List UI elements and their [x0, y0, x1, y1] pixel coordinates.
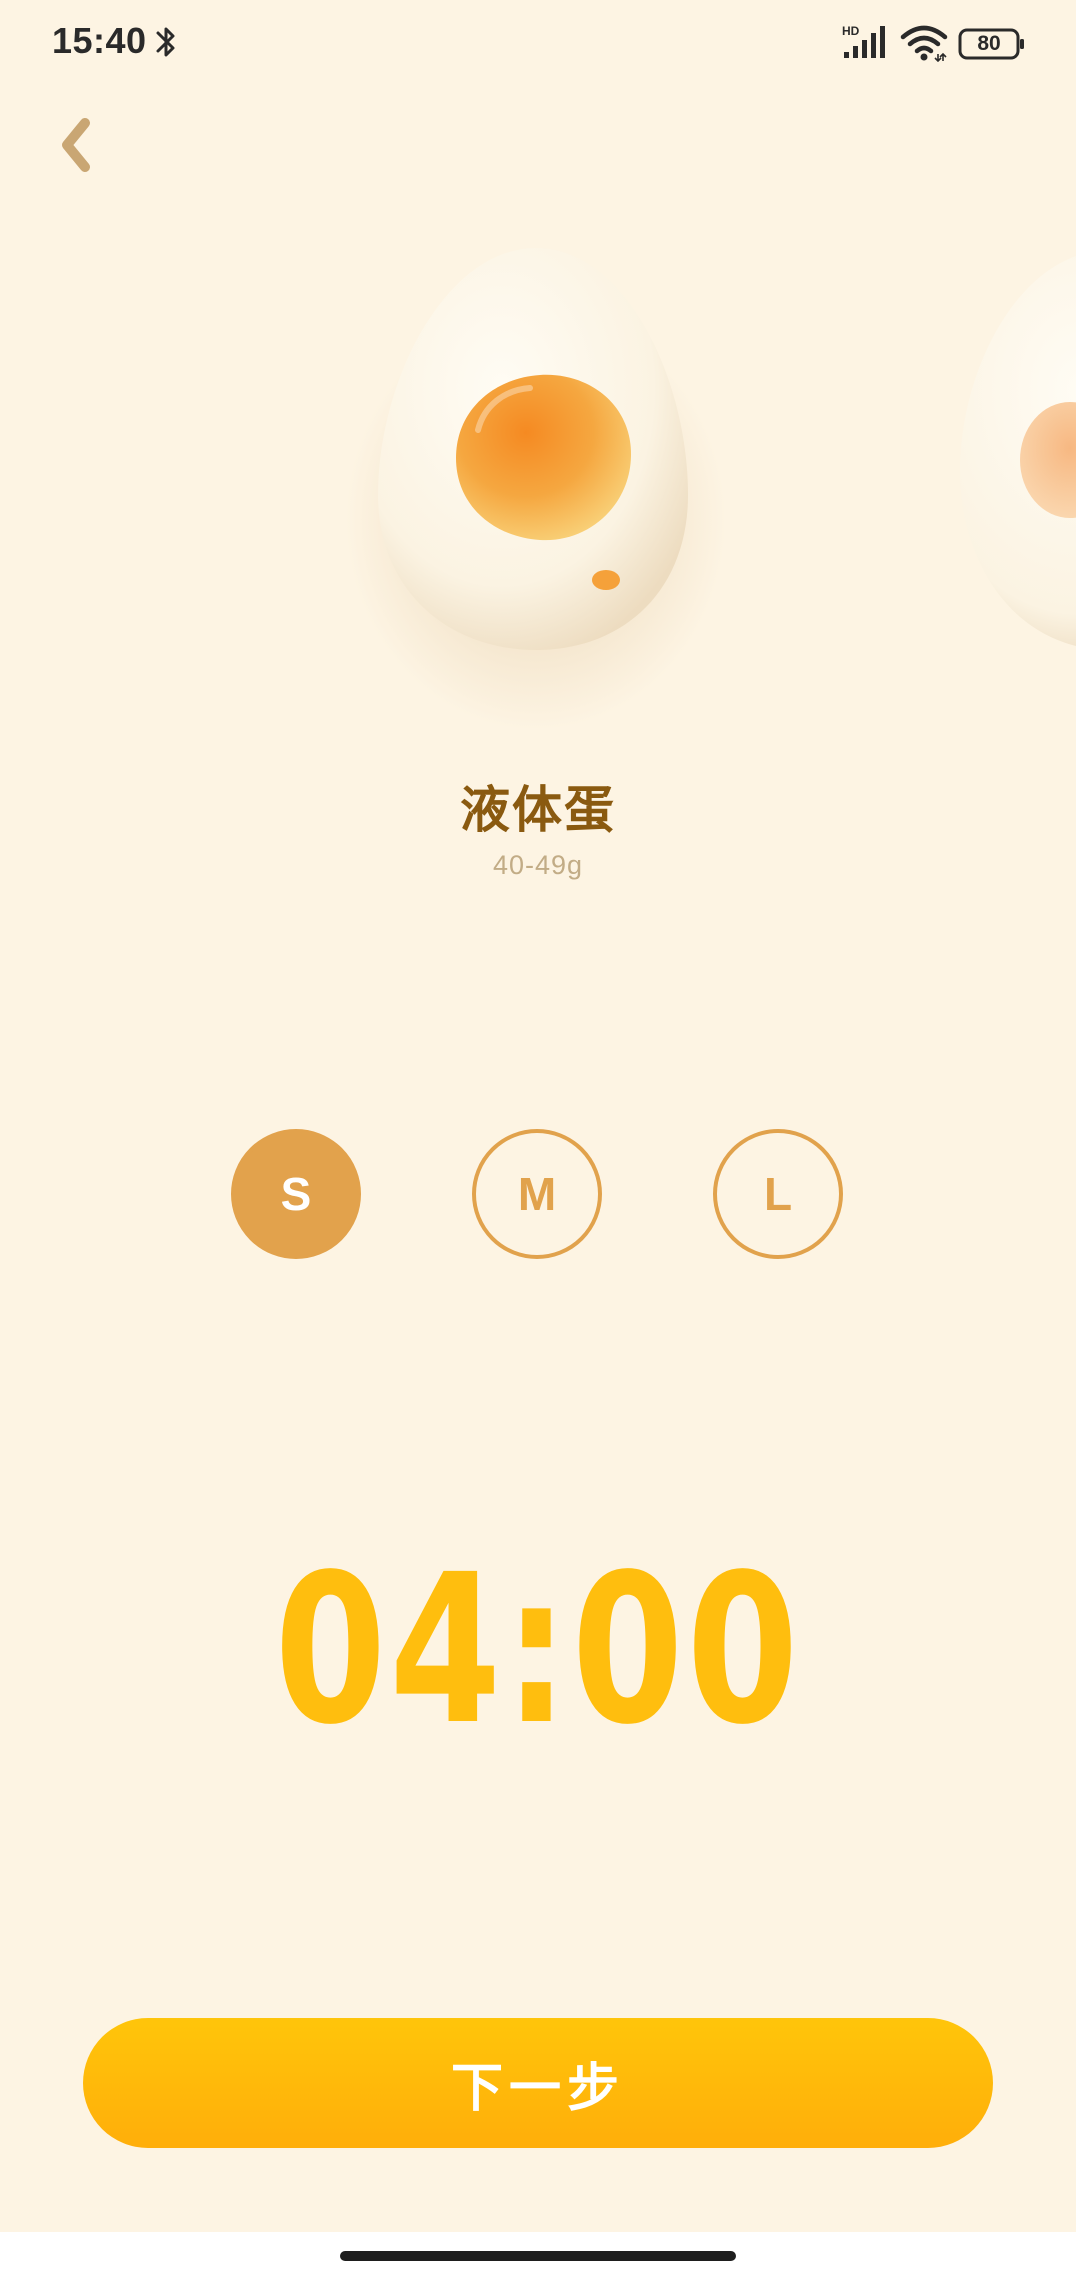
- status-time: 15:40: [52, 20, 147, 61]
- chevron-left-icon: [62, 118, 90, 172]
- status-bar: 15:40 HD 80: [0, 0, 1076, 90]
- size-option-l[interactable]: L: [713, 1129, 843, 1259]
- egg-carousel[interactable]: [0, 210, 1076, 770]
- next-egg-preview-image: [960, 256, 1076, 646]
- battery-level: 80: [977, 32, 1001, 55]
- soft-boiled-egg-image: [346, 248, 726, 730]
- svg-text:HD: HD: [842, 24, 860, 38]
- size-option-m[interactable]: M: [472, 1129, 602, 1259]
- hd-signal-icon: HD: [842, 24, 885, 58]
- egg-type-title: 液体蛋: [460, 781, 616, 839]
- egg-weight-range: 40-49g: [492, 850, 584, 880]
- cooking-timer: 04:00: [274, 1530, 802, 1770]
- egg-timer-screen: 15:40 HD 80 液体蛋 40-49g S M L 04:00 下一步: [0, 0, 1076, 2276]
- bluetooth-icon: [156, 27, 175, 57]
- back-button[interactable]: [40, 105, 110, 185]
- next-step-button[interactable]: 下一步: [83, 2018, 993, 2148]
- size-option-s[interactable]: S: [231, 1129, 361, 1259]
- home-indicator[interactable]: [340, 2251, 736, 2261]
- wifi-icon: [900, 25, 948, 62]
